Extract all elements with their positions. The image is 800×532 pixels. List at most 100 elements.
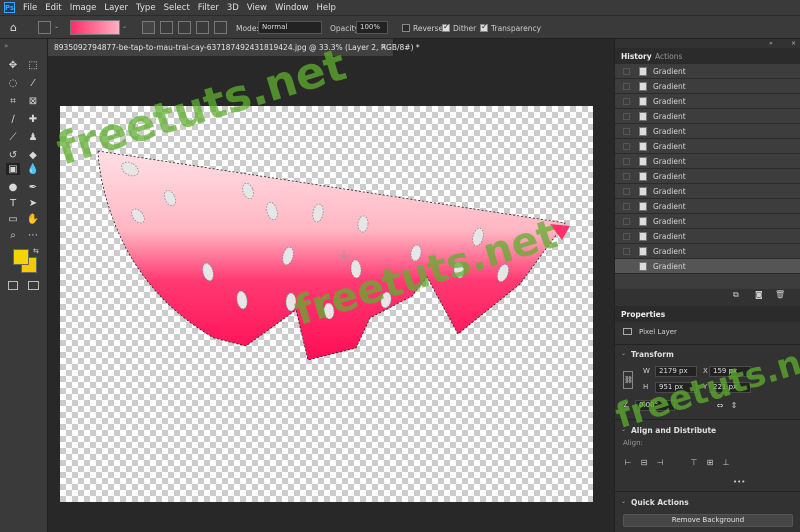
document-title: 8935092794877-be-tap-to-mau-trai-cay-637…	[54, 43, 420, 52]
menu-select[interactable]: Select	[164, 3, 190, 13]
healing-icon[interactable]: ✚	[26, 113, 40, 125]
history-item[interactable]: Gradient	[615, 214, 800, 229]
mode-select[interactable]: Normal	[258, 21, 322, 34]
opacity-field[interactable]: 100%	[356, 21, 388, 34]
menu-layer[interactable]: Layer	[104, 3, 128, 13]
home-icon[interactable]: ⌂	[10, 21, 24, 34]
close-panels-icon[interactable]: ×	[791, 40, 796, 47]
properties-panel-header: Properties	[615, 306, 800, 322]
new-document-from-state-icon[interactable]: ⧉	[733, 290, 739, 300]
eyedropper-icon[interactable]: ∕	[6, 113, 20, 125]
gradient-picker[interactable]	[70, 20, 120, 35]
document-tab[interactable]: 8935092794877-be-tap-to-mau-trai-cay-637…	[48, 39, 420, 56]
width-value: 2179 px	[659, 367, 688, 375]
history-item[interactable]: Gradient	[615, 154, 800, 169]
history-item[interactable]: Gradient	[615, 184, 800, 199]
type-icon[interactable]: T	[6, 197, 20, 209]
close-tab-icon[interactable]: ×	[380, 42, 387, 51]
dodge-icon[interactable]: ●	[6, 181, 20, 193]
transparency-checkbox[interactable]	[480, 22, 488, 32]
frame-icon[interactable]: ⊠	[26, 95, 40, 107]
more-icon[interactable]: ⋯	[26, 229, 40, 241]
magic-wand-icon[interactable]: ⁄	[26, 77, 40, 89]
history-list: Gradient Gradient Gradient Gradient Grad…	[615, 64, 800, 289]
transform-title: Transform	[631, 350, 674, 359]
menu-file[interactable]: File	[23, 3, 37, 13]
photoshop-logo: Ps	[4, 2, 15, 13]
align-top-icon[interactable]: ⊤	[689, 457, 699, 467]
gradient-icon[interactable]: ▣	[6, 163, 20, 175]
history-item[interactable]: Gradient	[615, 169, 800, 184]
align-left-icon[interactable]: ⊢	[623, 457, 633, 467]
rectangle-icon[interactable]: ▭	[6, 213, 20, 225]
tab-actions[interactable]: Actions	[655, 52, 682, 61]
more-options-icon[interactable]: •••	[733, 478, 745, 486]
reflected-gradient-icon[interactable]	[196, 21, 209, 34]
align-vertical-center-icon[interactable]: ⊞	[705, 457, 715, 467]
mode-label: Mode:	[236, 24, 259, 33]
snapshot-camera-icon[interactable]: ◙	[755, 290, 763, 299]
menu-edit[interactable]: Edit	[45, 3, 61, 13]
history-item[interactable]: Gradient	[615, 229, 800, 244]
gradient-tool-preset-icon[interactable]	[38, 21, 51, 34]
align-horizontal-center-icon[interactable]: ⊟	[639, 457, 649, 467]
history-item[interactable]: Gradient	[615, 109, 800, 124]
radial-gradient-icon[interactable]	[160, 21, 173, 34]
brush-icon[interactable]: ⟋	[6, 131, 20, 143]
menu-view[interactable]: View	[247, 3, 267, 13]
menu-type[interactable]: Type	[136, 3, 156, 13]
history-item[interactable]: Gradient	[615, 139, 800, 154]
menu-window[interactable]: Window	[275, 3, 309, 13]
remove-background-label: Remove Background	[671, 516, 745, 524]
menu-image[interactable]: Image	[70, 3, 97, 13]
link-dimensions-icon[interactable]: ⛓	[623, 371, 633, 389]
dither-checkbox[interactable]	[442, 22, 450, 32]
menu-bar: Ps File Edit Image Layer Type Select Fil…	[0, 0, 800, 15]
foreground-color-swatch[interactable]	[13, 249, 29, 265]
history-item[interactable]: Gradient	[615, 124, 800, 139]
history-item[interactable]: Gradient	[615, 244, 800, 259]
menu-filter[interactable]: Filter	[198, 3, 219, 13]
move-icon[interactable]: ✥	[6, 59, 20, 71]
linear-gradient-icon[interactable]	[142, 21, 155, 34]
gradient-picker-chevron-icon[interactable]: ⌄	[122, 23, 127, 30]
menu-help[interactable]: Help	[317, 3, 336, 13]
zoom-icon[interactable]: ⌕	[6, 229, 20, 241]
history-item-current[interactable]: Gradient	[615, 259, 800, 274]
transparency-label: Transparency	[491, 24, 542, 33]
divider	[615, 491, 800, 492]
blur-icon[interactable]: 💧	[26, 163, 40, 175]
align-bottom-icon[interactable]: ⊥	[721, 457, 731, 467]
right-panel-dock: » × History Actions Gradient Gradient Gr…	[614, 39, 800, 532]
quick-mask-icon[interactable]	[8, 281, 18, 290]
pen-icon[interactable]: ✒	[26, 181, 40, 193]
diamond-gradient-icon[interactable]	[214, 21, 227, 34]
reverse-checkbox[interactable]	[402, 24, 410, 32]
history-brush-icon[interactable]: ↺	[6, 149, 20, 161]
delete-state-icon[interactable]: 🗑	[775, 290, 785, 299]
chevron-down-icon[interactable]: ⌄	[54, 23, 59, 30]
menu-3d[interactable]: 3D	[227, 3, 239, 13]
history-item[interactable]: Gradient	[615, 79, 800, 94]
tab-history[interactable]: History	[621, 52, 652, 61]
crop-icon[interactable]: ⌗	[6, 95, 20, 107]
angle-gradient-icon[interactable]	[178, 21, 191, 34]
section-toggle-icon[interactable]: ⌄	[621, 498, 626, 505]
remove-background-button[interactable]: Remove Background	[623, 514, 793, 527]
align-right-icon[interactable]: ⊣	[655, 457, 665, 467]
marquee-icon[interactable]: ⬚	[26, 59, 40, 71]
stamp-icon[interactable]: ♟	[26, 131, 40, 143]
lasso-icon[interactable]: ◌	[6, 77, 20, 89]
eraser-icon[interactable]: ◆	[26, 149, 40, 161]
history-item[interactable]: Gradient	[615, 94, 800, 109]
history-item[interactable]: Gradient	[615, 64, 800, 79]
collapse-panels-icon[interactable]: »	[769, 40, 773, 47]
collapse-icon[interactable]: »	[4, 42, 8, 50]
path-select-icon[interactable]: ➤	[26, 197, 40, 209]
screen-mode-icon[interactable]	[28, 281, 39, 290]
hand-icon[interactable]: ✋	[26, 213, 40, 225]
tab-properties[interactable]: Properties	[621, 310, 665, 319]
section-toggle-icon[interactable]: ⌄	[621, 350, 626, 357]
history-item[interactable]: Gradient	[615, 199, 800, 214]
swap-colors-icon[interactable]: ⇆	[33, 247, 39, 255]
